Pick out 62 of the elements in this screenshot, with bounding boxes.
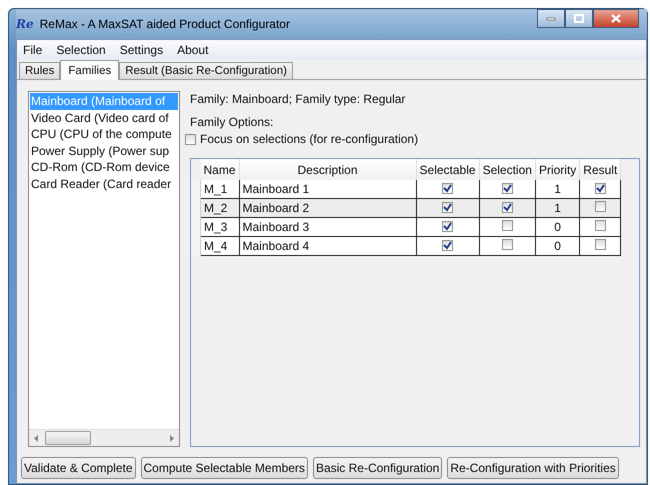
- checkbox[interactable]: [594, 183, 606, 194]
- list-item[interactable]: Video Card (Video card of: [30, 110, 178, 126]
- column-header[interactable]: Description: [239, 159, 416, 180]
- checkbox[interactable]: [502, 239, 513, 250]
- window-title: ReMax - A MaxSAT aided Product Configurator: [40, 17, 290, 31]
- scroll-thumb[interactable]: [45, 431, 91, 445]
- table-cell: 1: [535, 198, 580, 218]
- table-cell: Mainboard 4: [239, 236, 416, 256]
- table-cell: M_4: [200, 236, 240, 256]
- checkbox[interactable]: [442, 202, 454, 213]
- options-label: Family Options:: [190, 115, 274, 129]
- table-cell: Mainboard 2: [239, 198, 416, 218]
- checkbox[interactable]: [502, 183, 513, 194]
- tab[interactable]: Rules: [19, 62, 60, 79]
- list-item[interactable]: CD-Rom (CD-Rom device: [30, 159, 178, 176]
- action-button[interactable]: Compute Selectable Members: [140, 457, 308, 479]
- menu-item[interactable]: About: [177, 43, 208, 57]
- table-cell: Mainboard 1: [239, 180, 416, 198]
- menu-item[interactable]: File: [23, 43, 42, 57]
- close-button[interactable]: [593, 9, 639, 28]
- checkbox[interactable]: [442, 221, 454, 232]
- maximize-button[interactable]: [565, 9, 593, 28]
- scroll-right-icon: [169, 434, 174, 442]
- table-cell: Mainboard 3: [239, 218, 416, 236]
- checkbox[interactable]: [442, 183, 454, 194]
- column-header[interactable]: Result: [580, 159, 621, 180]
- app-logo: Re: [16, 17, 34, 31]
- tab[interactable]: Families: [60, 60, 120, 80]
- maximize-icon: [574, 14, 584, 23]
- action-button[interactable]: Basic Re-Configuration: [312, 457, 442, 479]
- list-item[interactable]: Card Reader (Card reader: [30, 176, 178, 192]
- list-item[interactable]: CPU (CPU of the compute: [30, 126, 178, 142]
- checkbox-label: Focus on selections (for re-configuration): [200, 132, 418, 146]
- column-header[interactable]: Name: [200, 159, 240, 180]
- table-cell: 0: [535, 218, 580, 236]
- scroll-left-icon: [34, 434, 39, 442]
- table-cell: 1: [535, 180, 580, 198]
- checkbox[interactable]: [594, 239, 606, 250]
- checkbox[interactable]: [442, 240, 454, 251]
- tab[interactable]: Result (Basic Re-Configuration): [119, 62, 293, 79]
- column-header[interactable]: Selectable: [416, 159, 480, 180]
- minimize-button[interactable]: [537, 9, 565, 28]
- column-header[interactable]: Selection: [479, 159, 536, 180]
- menu-item[interactable]: Selection: [56, 43, 106, 57]
- action-button[interactable]: Validate & Complete: [21, 457, 136, 479]
- checkbox[interactable]: [185, 134, 196, 144]
- family-info: Family: Mainboard; Family type: Regular: [190, 92, 406, 106]
- checkbox[interactable]: [502, 202, 513, 213]
- column-header[interactable]: Priority: [535, 159, 580, 180]
- table-cell: M_3: [200, 218, 240, 236]
- menu-item[interactable]: Settings: [120, 43, 164, 57]
- horizontal-scrollbar[interactable]: [29, 429, 179, 446]
- checkbox[interactable]: [594, 201, 606, 212]
- close-icon: [611, 14, 621, 23]
- table-cell: M_1: [200, 180, 240, 198]
- minimize-icon: [546, 16, 556, 20]
- table-cell: 0: [535, 236, 580, 256]
- checkbox[interactable]: [594, 220, 606, 231]
- table-cell: M_2: [200, 198, 240, 218]
- checkbox[interactable]: [502, 220, 513, 231]
- list-item[interactable]: Power Supply (Power sup: [30, 142, 178, 159]
- action-button[interactable]: Re-Configuration with Priorities: [447, 457, 619, 479]
